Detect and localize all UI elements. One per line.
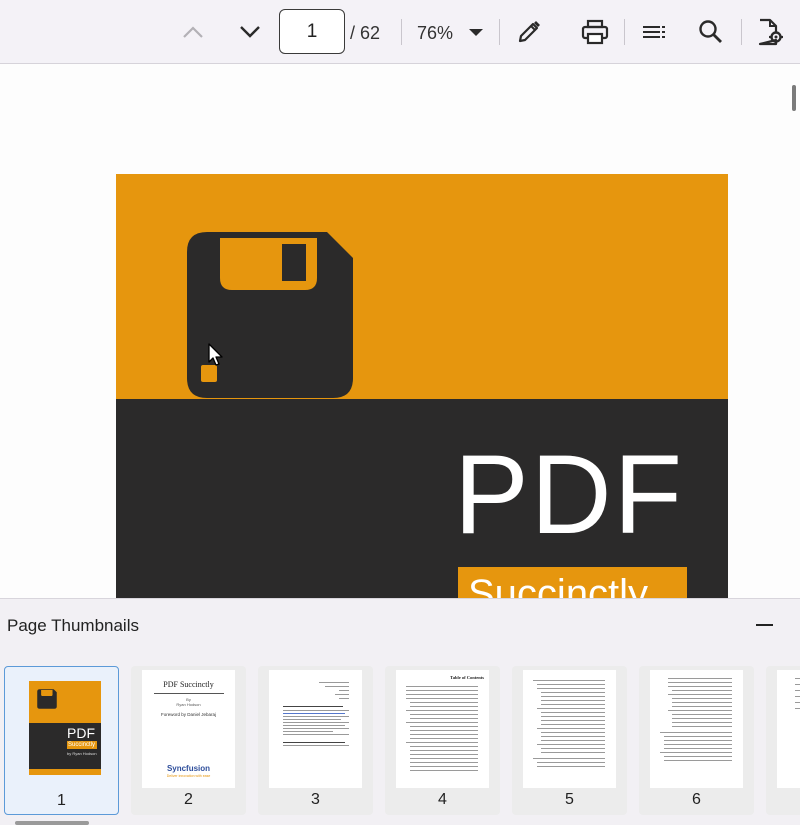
toolbar-divider xyxy=(741,19,742,45)
thumbnail-image: Table of Contents xyxy=(396,670,489,788)
thumbnail-page-number: 6 xyxy=(692,791,701,808)
thumbnail-page-7[interactable] xyxy=(766,666,800,815)
thumbnail-page-4[interactable]: Table of Contents 4 xyxy=(385,666,500,815)
search-icon xyxy=(699,20,722,43)
pdf-page-1: PDF Succinctly xyxy=(116,174,728,598)
printer-icon xyxy=(581,19,609,45)
thumbnail-toc-heading: Table of Contents xyxy=(450,675,484,680)
thumbnail-page-number: 5 xyxy=(565,791,574,808)
thumbnail-cover-title: PDF xyxy=(67,725,95,741)
print-button[interactable] xyxy=(578,0,612,64)
chevron-up-icon xyxy=(183,26,203,38)
thumbnail-page-number: 1 xyxy=(57,792,66,809)
thumbnail-cover-author: by Ryan Hodson xyxy=(67,751,97,756)
thumbnail-cover-subtitle: Succinctly xyxy=(67,741,97,749)
thumbnails-panel: Page Thumbnails PDF Succinctly by Ryan H… xyxy=(0,598,800,825)
toolbar-divider xyxy=(624,19,625,45)
thumbnail-page-1[interactable]: PDF Succinctly by Ryan Hodson 1 xyxy=(4,666,119,815)
thumbnail-doc-title: PDF Succinctly xyxy=(163,680,214,689)
minimize-panel-button[interactable] xyxy=(756,624,773,626)
thumbnail-page-6[interactable]: 6 xyxy=(639,666,754,815)
thumbnail-page-number: 2 xyxy=(184,791,193,808)
cover-title: PDF xyxy=(454,432,684,557)
annotation-button[interactable] xyxy=(513,0,545,64)
dropdown-arrow-icon xyxy=(469,28,483,36)
thumbnail-page-3[interactable]: 3 xyxy=(258,666,373,815)
bookmarks-button[interactable] xyxy=(639,0,669,64)
search-button[interactable] xyxy=(695,0,727,64)
pencil-icon xyxy=(518,21,540,43)
thumbnail-doc-tagline: Deliver innovation with ease xyxy=(166,774,211,778)
thumbnail-image: PDF Succinctly by Ryan Hodson xyxy=(29,681,101,775)
document-settings-icon xyxy=(758,18,783,46)
vertical-scrollbar[interactable] xyxy=(792,85,796,111)
toolbar-divider xyxy=(401,19,402,45)
page-total-label: / 62 xyxy=(350,23,381,43)
thumbnail-image: PDF Succinctly By Ryan Hodson Foreword b… xyxy=(142,670,235,788)
thumbnail-image xyxy=(650,670,743,788)
mouse-cursor-icon xyxy=(208,343,223,366)
next-page-button[interactable] xyxy=(233,0,267,64)
cover-subtitle: Succinctly xyxy=(468,572,649,598)
thumbnail-page-number: 4 xyxy=(438,791,447,808)
thumbnail-image xyxy=(777,670,800,788)
document-properties-button[interactable] xyxy=(754,0,786,64)
thumbnails-title: Page Thumbnails xyxy=(7,616,139,635)
toolbar: / 62 76% xyxy=(0,0,800,64)
page-number-input[interactable] xyxy=(279,9,345,54)
thumbnail-page-number: 3 xyxy=(311,791,320,808)
document-viewer[interactable]: PDF Succinctly xyxy=(0,65,800,598)
horizontal-scrollbar[interactable] xyxy=(15,821,89,825)
previous-page-button[interactable] xyxy=(176,0,210,64)
thumbnail-page-5[interactable]: 5 xyxy=(512,666,627,815)
zoom-value[interactable]: 76% xyxy=(417,0,453,64)
thumbnail-doc-foreword: Foreword by Daniel Jebaraj xyxy=(160,712,217,717)
thumbnail-doc-brand: Syncfusion xyxy=(166,764,211,773)
zoom-dropdown-button[interactable] xyxy=(463,0,489,64)
toolbar-divider xyxy=(499,19,500,45)
list-icon xyxy=(643,26,665,38)
floppy-disk-icon xyxy=(187,232,353,398)
thumbnail-image xyxy=(269,670,362,788)
thumbnail-page-2[interactable]: PDF Succinctly By Ryan Hodson Foreword b… xyxy=(131,666,246,815)
thumbnail-doc-author: Ryan Hodson xyxy=(176,702,201,707)
thumbnail-image xyxy=(523,670,616,788)
chevron-down-icon xyxy=(240,26,260,38)
